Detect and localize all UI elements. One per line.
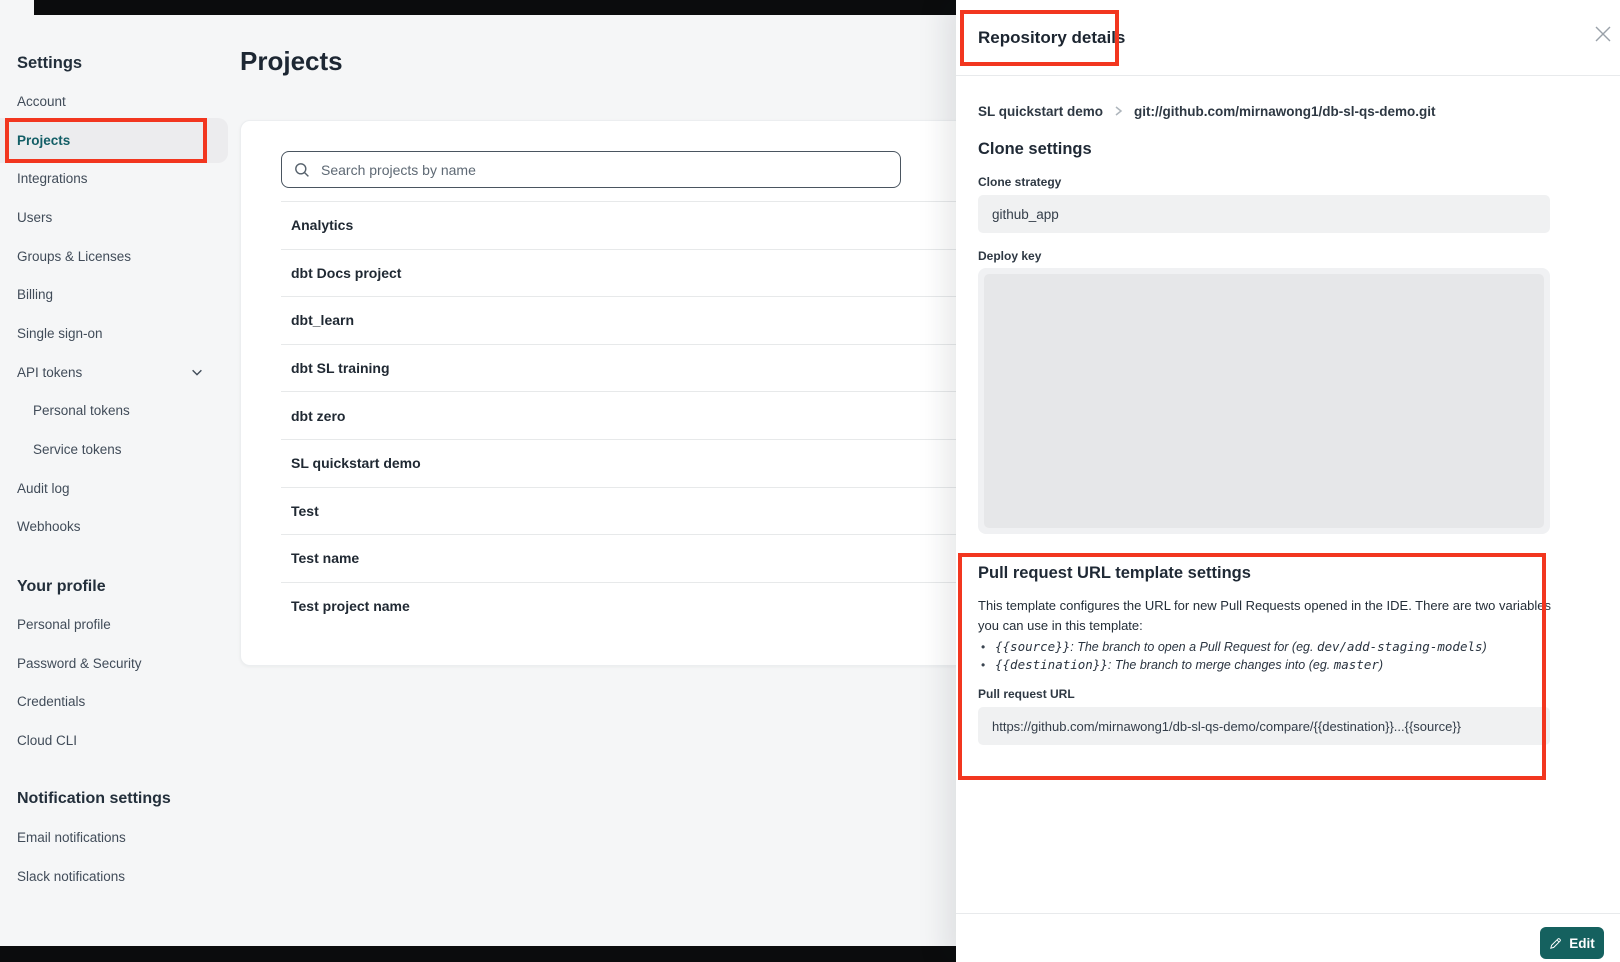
close-icon[interactable] (1594, 25, 1614, 45)
pull-request-variable: {{destination}}: The branch to merge cha… (978, 656, 1556, 674)
top-chrome-bar (34, 0, 956, 15)
sidebar-item-cloud-cli[interactable]: Cloud CLI (0, 721, 230, 760)
sidebar-item-label: Billing (17, 287, 53, 302)
sidebar-item-audit-log[interactable]: Audit log (0, 469, 230, 508)
chevron-down-icon (190, 365, 204, 379)
clone-strategy-field: github_app (978, 195, 1550, 233)
sidebar-item-projects[interactable]: Projects (0, 118, 228, 163)
projects-card: Analyticsdbt Docs projectdbt_learndbt SL… (240, 120, 1040, 666)
chevron-right-icon (1114, 105, 1123, 117)
sidebar-item-label: Single sign-on (17, 326, 103, 341)
sidebar-item-label: Projects (17, 133, 70, 148)
search-projects-box[interactable] (281, 151, 901, 188)
repository-details-panel: Repository details SL quickstart demo gi… (956, 0, 1620, 962)
notification-nav: Email notificationsSlack notifications (0, 818, 230, 895)
profile-nav: Personal profilePassword & SecurityCrede… (0, 605, 230, 760)
clone-settings-heading: Clone settings (978, 140, 1092, 159)
project-row-dbt-docs-project[interactable]: dbt Docs project (281, 249, 1039, 297)
pencil-icon (1549, 937, 1562, 950)
project-list: Analyticsdbt Docs projectdbt_learndbt SL… (281, 201, 1039, 629)
sidebar-item-label: Webhooks (17, 519, 81, 534)
project-row-analytics[interactable]: Analytics (281, 201, 1039, 249)
panel-header-divider (956, 75, 1620, 76)
sidebar-item-single-sign-on[interactable]: Single sign-on (0, 314, 230, 353)
sidebar-item-groups-licenses[interactable]: Groups & Licenses (0, 237, 230, 276)
breadcrumb-project: SL quickstart demo (978, 104, 1103, 119)
project-row-dbt-zero[interactable]: dbt zero (281, 391, 1039, 439)
deploy-key-field (978, 268, 1550, 534)
project-row-dbt-learn[interactable]: dbt_learn (281, 296, 1039, 344)
project-row-dbt-sl-training[interactable]: dbt SL training (281, 344, 1039, 392)
sidebar-item-label: Users (17, 210, 52, 225)
project-row-test-project-name[interactable]: Test project name (281, 582, 1039, 630)
sidebar-item-label: Account (17, 94, 66, 109)
edit-button[interactable]: Edit (1540, 927, 1604, 959)
edit-button-label: Edit (1569, 936, 1595, 951)
sidebar-item-label: Integrations (17, 171, 88, 186)
clone-strategy-label: Clone strategy (978, 175, 1061, 189)
panel-title: Repository details (978, 28, 1125, 48)
search-projects-input[interactable] (319, 161, 888, 179)
sidebar-item-service-tokens[interactable]: Service tokens (0, 430, 230, 469)
pull-request-url-field: https://github.com/mirnawong1/db-sl-qs-d… (978, 707, 1550, 745)
breadcrumb-repository-url: git://github.com/mirnawong1/db-sl-qs-dem… (1134, 104, 1435, 119)
sidebar-item-billing[interactable]: Billing (0, 275, 230, 314)
page-title: Projects (240, 46, 343, 77)
sidebar-item-personal-tokens[interactable]: Personal tokens (0, 392, 230, 431)
notification-settings-heading: Notification settings (17, 790, 171, 808)
sidebar-item-label: Personal tokens (33, 403, 130, 418)
sidebar-item-label: Service tokens (33, 442, 122, 457)
sidebar-item-label: Groups & Licenses (17, 249, 131, 264)
project-row-test-name[interactable]: Test name (281, 534, 1039, 582)
deploy-key-redacted-content (984, 274, 1544, 528)
pull-request-settings-heading: Pull request URL template settings (978, 564, 1251, 583)
sidebar-item-password-security[interactable]: Password & Security (0, 644, 230, 683)
breadcrumb: SL quickstart demo git://github.com/mirn… (978, 101, 1436, 121)
pull-request-variable: {{source}}: The branch to open a Pull Re… (978, 638, 1556, 656)
sidebar-item-email-notifications[interactable]: Email notifications (0, 818, 230, 857)
sidebar-item-label: Audit log (17, 481, 70, 496)
sidebar-item-personal-profile[interactable]: Personal profile (0, 605, 230, 644)
your-profile-heading: Your profile (17, 578, 106, 596)
settings-heading: Settings (17, 54, 82, 73)
pull-request-url-label: Pull request URL (978, 687, 1075, 701)
sidebar-item-integrations[interactable]: Integrations (0, 159, 230, 198)
panel-footer-divider (956, 913, 1620, 914)
bottom-chrome-bar (0, 946, 956, 962)
search-icon (294, 162, 310, 178)
settings-nav: Account Projects Integrations Users Groups &… (0, 82, 230, 546)
sidebar-item-credentials[interactable]: Credentials (0, 682, 230, 721)
project-row-sl-quickstart-demo[interactable]: SL quickstart demo (281, 439, 1039, 487)
pull-request-description: This template configures the URL for new… (978, 596, 1556, 636)
sidebar-item-slack-notifications[interactable]: Slack notifications (0, 857, 230, 896)
sidebar-item-label: API tokens (17, 365, 82, 380)
sidebar-item-users[interactable]: Users (0, 198, 230, 237)
sidebar-item-account[interactable]: Account (0, 82, 230, 121)
sidebar-item-api-tokens[interactable]: API tokens (0, 353, 230, 392)
project-row-test[interactable]: Test (281, 487, 1039, 535)
sidebar-item-webhooks[interactable]: Webhooks (0, 508, 230, 547)
pull-request-variable-list: {{source}}: The branch to open a Pull Re… (978, 638, 1556, 674)
deploy-key-label: Deploy key (978, 249, 1041, 263)
